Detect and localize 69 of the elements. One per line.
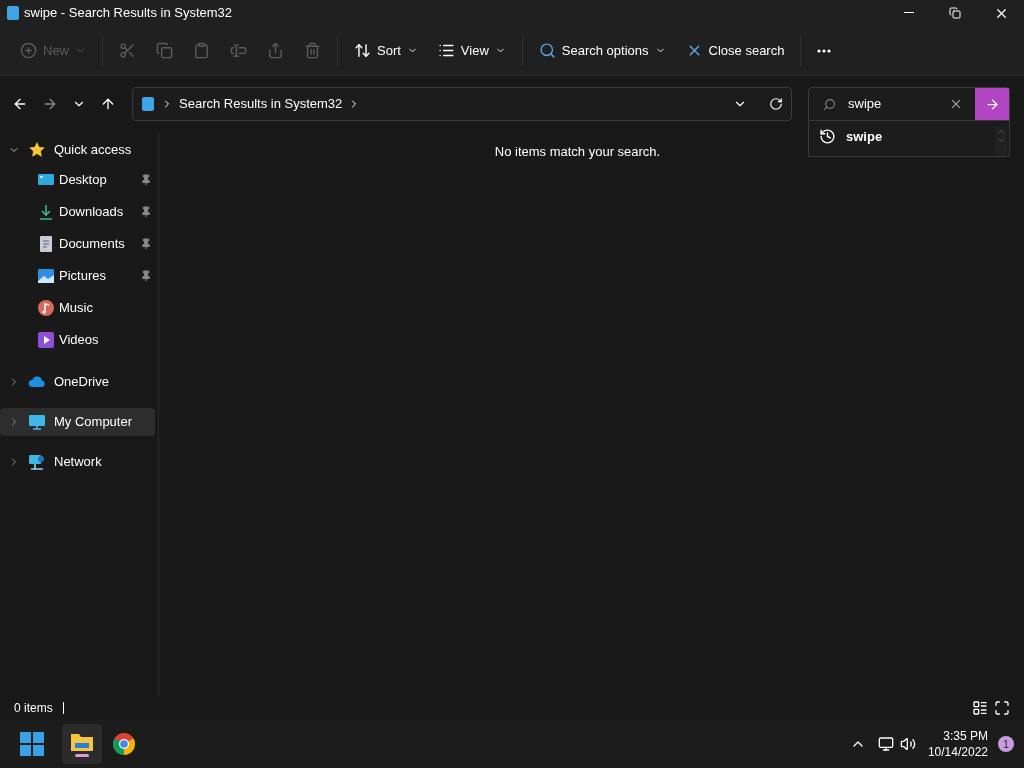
new-icon	[20, 42, 37, 59]
view-icon	[437, 42, 455, 59]
breadcrumb-item[interactable]: Search Results in System32	[179, 94, 343, 114]
picture-icon	[37, 267, 55, 285]
document-icon	[37, 235, 55, 253]
network-icon	[28, 453, 46, 471]
tree-item[interactable]: Music	[0, 292, 158, 324]
tree-item-label: OneDrive	[54, 373, 109, 392]
tree-item[interactable]: OneDrive	[0, 368, 155, 396]
tree-item-label: Quick access	[54, 141, 132, 160]
clipboard-icon	[193, 42, 210, 59]
search-options-icon	[538, 42, 556, 59]
toolbar-button[interactable]: Close search	[675, 33, 795, 68]
trash-icon	[304, 42, 321, 59]
scissors-icon	[119, 42, 136, 59]
search-box[interactable]: swipe	[808, 87, 1010, 121]
browser-icon[interactable]	[112, 732, 136, 756]
arrow-right-icon	[984, 96, 1000, 112]
toolbar-button[interactable]: Search options	[528, 33, 676, 68]
tree-item[interactable]: Network	[0, 448, 155, 476]
star-icon	[28, 141, 46, 159]
forward-icon[interactable]	[42, 96, 58, 112]
clear-icon[interactable]	[949, 97, 963, 111]
item-count: 0 items	[14, 700, 53, 717]
suggestion-item[interactable]: swipe	[809, 127, 989, 147]
tree-item[interactable]: Quick access	[0, 136, 155, 164]
notification-badge[interactable]: 1	[998, 736, 1014, 752]
start-icon[interactable]	[20, 732, 44, 756]
window-title: swipe - Search Results in System32	[24, 4, 233, 23]
restore-icon	[949, 7, 961, 19]
search-field[interactable]: swipe	[848, 94, 938, 114]
music-icon	[37, 299, 55, 317]
toolbar-button[interactable]: Sort	[344, 33, 428, 68]
clock[interactable]: 3:35 PM 10/14/2022	[927, 728, 988, 760]
empty-message: No items match your search.	[494, 143, 661, 161]
download-icon	[37, 203, 55, 221]
copy-icon	[156, 42, 173, 59]
tree-item-label: My Computer	[54, 413, 133, 432]
volume-icon[interactable]	[899, 736, 916, 752]
rename-icon	[230, 42, 247, 59]
toolbar-button[interactable]: View	[427, 33, 516, 68]
monitor-icon	[28, 413, 46, 431]
tree-item[interactable]: Documents	[0, 228, 158, 260]
network-status-icon[interactable]	[877, 736, 894, 752]
tree-item[interactable]: Videos	[0, 324, 158, 356]
minimize-icon	[904, 12, 914, 14]
search-go-button[interactable]	[975, 88, 1009, 120]
tree-item[interactable]: Downloads	[0, 196, 158, 228]
search-folder-icon	[141, 96, 155, 112]
history-icon	[819, 128, 836, 146]
back-icon[interactable]	[12, 96, 28, 112]
more-icon	[817, 48, 832, 53]
search-icon	[823, 97, 836, 111]
folder-icon	[70, 731, 94, 752]
scroll-bar[interactable]	[995, 127, 1007, 155]
tree-item[interactable]: Pictures	[0, 260, 158, 292]
address-bar[interactable]: Search Results in System32	[132, 87, 792, 121]
share-icon	[267, 42, 284, 59]
details-view-icon[interactable]	[972, 700, 988, 716]
tree-item[interactable]: Desktop	[0, 164, 158, 196]
file-explorer-taskbar-button[interactable]	[62, 724, 102, 764]
tree-item[interactable]: My Computer	[0, 408, 155, 436]
sort-icon	[354, 42, 371, 59]
app-icon	[6, 5, 20, 21]
tiles-view-icon[interactable]	[994, 700, 1010, 716]
video-icon	[37, 331, 55, 349]
refresh-icon[interactable]	[769, 97, 783, 111]
tree-item-label: Network	[54, 453, 102, 472]
up-icon[interactable]	[100, 96, 116, 112]
